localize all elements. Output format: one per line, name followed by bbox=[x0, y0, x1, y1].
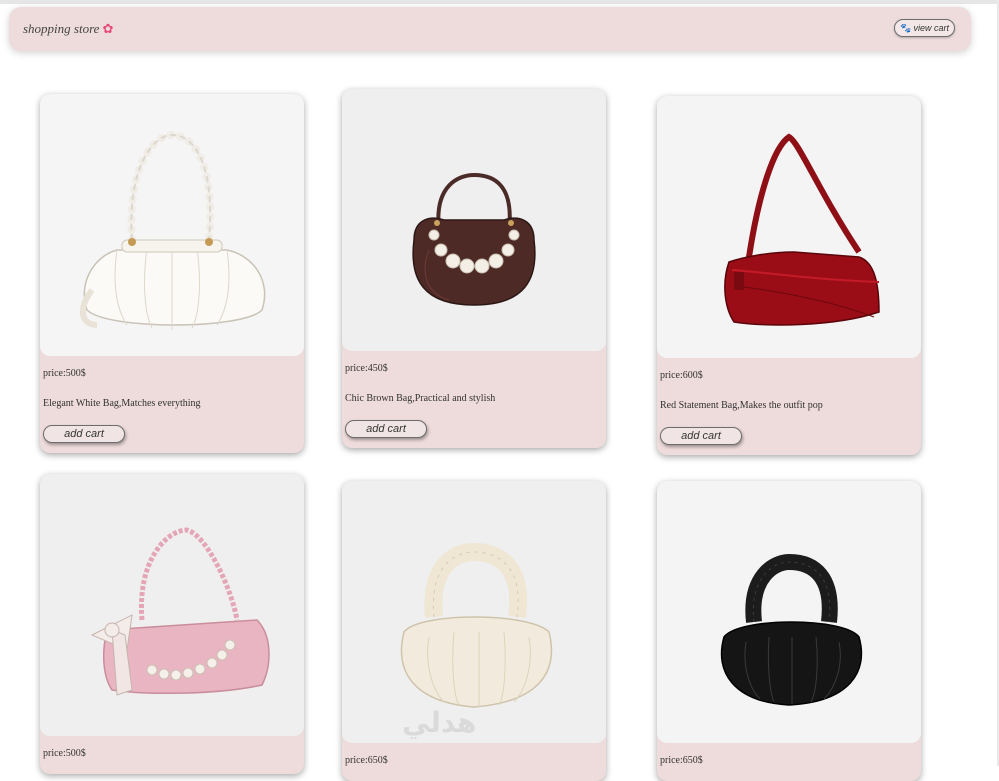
product-card-red: price:600$ Red Statement Bag,Makes the o… bbox=[657, 96, 921, 455]
header-bar: shopping store ✿ 🐾 view cart bbox=[9, 7, 971, 51]
product-card-cream: هدلي price:650$ bbox=[342, 481, 606, 781]
product-image-white bbox=[40, 94, 304, 356]
product-description: Red Statement Bag,Makes the outfit pop bbox=[660, 400, 823, 411]
product-price: price:600$ bbox=[660, 370, 703, 381]
product-price: price:500$ bbox=[43, 748, 86, 759]
watermark: هدلي bbox=[402, 706, 477, 739]
view-cart-label: view cart bbox=[913, 23, 949, 33]
product-price: price:500$ bbox=[43, 368, 86, 379]
product-image-pink bbox=[40, 474, 304, 736]
product-card-pink: price:500$ bbox=[40, 474, 304, 774]
product-image-cream: هدلي bbox=[342, 481, 606, 743]
product-card-black: price:650$ bbox=[657, 481, 921, 781]
product-price: price:650$ bbox=[345, 755, 388, 766]
product-price: price:650$ bbox=[660, 755, 703, 766]
product-card-white: price:500$ Elegant White Bag,Matches eve… bbox=[40, 94, 304, 453]
add-cart-button[interactable]: add cart bbox=[43, 425, 125, 443]
brand-title: shopping store ✿ bbox=[23, 21, 113, 37]
product-description: Chic Brown Bag,Practical and stylish bbox=[345, 393, 496, 404]
product-image-red bbox=[657, 96, 921, 358]
add-cart-button[interactable]: add cart bbox=[345, 420, 427, 438]
top-border bbox=[0, 0, 999, 4]
flower-icon: ✿ bbox=[102, 21, 114, 36]
product-image-brown bbox=[342, 89, 606, 351]
product-price: price:450$ bbox=[345, 363, 388, 374]
view-cart-button[interactable]: 🐾 view cart bbox=[894, 19, 955, 37]
add-cart-button[interactable]: add cart bbox=[660, 427, 742, 445]
brand-label: shopping store bbox=[23, 21, 100, 36]
paw-icon: 🐾 bbox=[900, 22, 912, 33]
product-image-black bbox=[657, 481, 921, 743]
product-card-brown: price:450$ Chic Brown Bag,Practical and … bbox=[342, 89, 606, 448]
product-description: Elegant White Bag,Matches everything bbox=[43, 398, 201, 409]
